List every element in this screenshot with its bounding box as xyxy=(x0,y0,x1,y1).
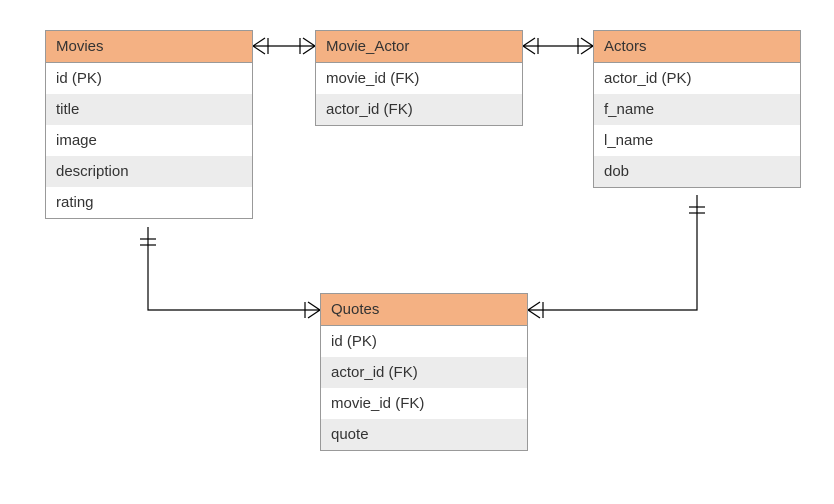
rel-actors-quotes xyxy=(528,195,705,318)
entity-quotes: Quotes id (PK) actor_id (FK) movie_id (F… xyxy=(320,293,528,451)
entity-field: movie_id (FK) xyxy=(316,63,522,94)
entity-header: Movies xyxy=(46,31,252,63)
entity-header: Quotes xyxy=(321,294,527,326)
entity-field: movie_id (FK) xyxy=(321,388,527,419)
entity-field: l_name xyxy=(594,125,800,156)
entity-movies: Movies id (PK) title image description r… xyxy=(45,30,253,219)
entity-field: rating xyxy=(46,187,252,218)
entity-field: dob xyxy=(594,156,800,187)
entity-header: Actors xyxy=(594,31,800,63)
rel-movies-movieactor xyxy=(253,38,315,54)
entity-field: actor_id (FK) xyxy=(316,94,522,125)
entity-field: actor_id (FK) xyxy=(321,357,527,388)
entity-field: id (PK) xyxy=(46,63,252,94)
entity-field: quote xyxy=(321,419,527,450)
rel-movies-quotes xyxy=(140,227,320,318)
entity-movie-actor: Movie_Actor movie_id (FK) actor_id (FK) xyxy=(315,30,523,126)
entity-field: title xyxy=(46,94,252,125)
entity-field: id (PK) xyxy=(321,326,527,357)
entity-field: image xyxy=(46,125,252,156)
rel-movieactor-actors xyxy=(523,38,593,54)
entity-field: f_name xyxy=(594,94,800,125)
entity-header: Movie_Actor xyxy=(316,31,522,63)
entity-field: actor_id (PK) xyxy=(594,63,800,94)
entity-actors: Actors actor_id (PK) f_name l_name dob xyxy=(593,30,801,188)
entity-field: description xyxy=(46,156,252,187)
